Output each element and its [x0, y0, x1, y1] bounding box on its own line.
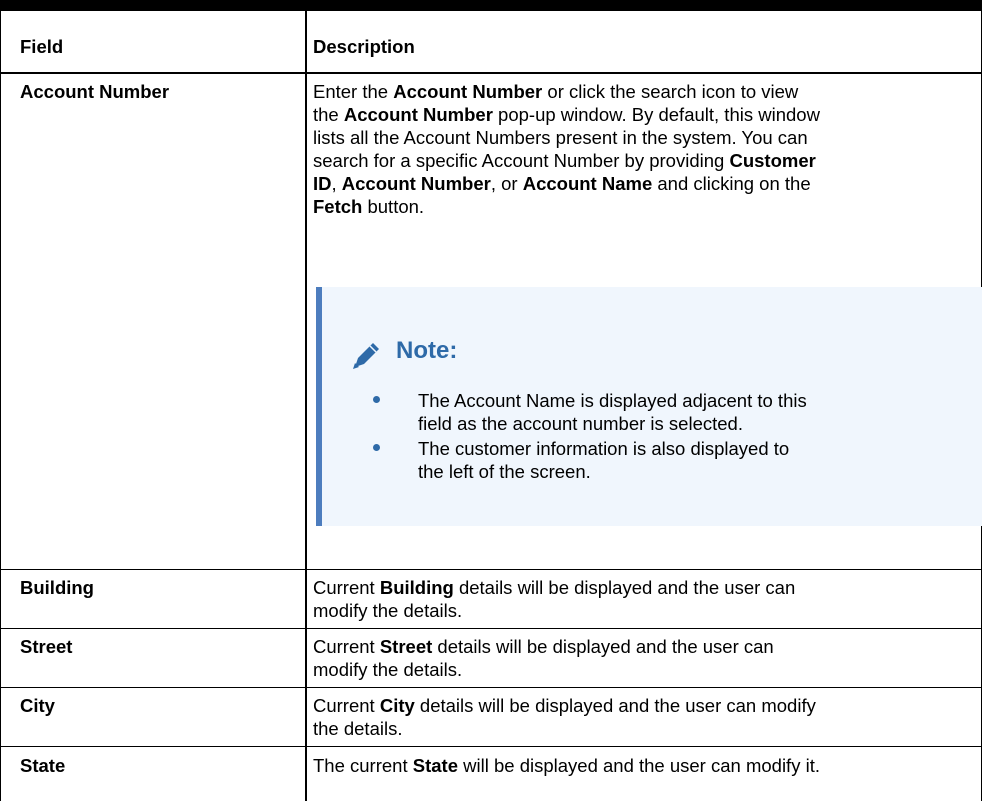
desc-line: ID, Account Number, or Account Name and … — [313, 173, 811, 194]
field-city: City — [20, 695, 55, 716]
header-divider — [0, 72, 982, 74]
street-desc-line: Current Street details will be displayed… — [313, 636, 774, 657]
field-state: State — [20, 755, 66, 776]
desc-line: Enter the Account Number or click the se… — [313, 81, 799, 102]
field-building: Building — [20, 577, 94, 598]
desc-line: the Account Number pop-up window. By def… — [313, 104, 820, 125]
city-desc-line: the details. — [313, 718, 403, 739]
bullet-icon — [373, 396, 380, 403]
row-divider — [0, 746, 982, 747]
row-divider — [0, 569, 982, 570]
note-item-line: The customer information is also display… — [418, 438, 790, 459]
field-street: Street — [20, 636, 73, 657]
desc-line: search for a specific Account Number by … — [313, 150, 816, 171]
note-title: Note: — [396, 337, 458, 364]
table-left-border — [0, 11, 1, 801]
table-top-border — [0, 0, 982, 11]
column-divider — [305, 11, 307, 801]
note-item-line: field as the account number is selected. — [418, 413, 743, 434]
street-desc-line: modify the details. — [313, 659, 463, 680]
note-item-line: the left of the screen. — [418, 461, 591, 482]
city-desc-line: Current City details will be displayed a… — [313, 695, 816, 716]
header-field: Field — [20, 36, 64, 57]
bullet-icon — [373, 444, 380, 451]
row-divider — [0, 687, 982, 688]
building-desc-line: Current Building details will be display… — [313, 577, 796, 598]
state-desc-line: The current State will be displayed and … — [313, 755, 820, 776]
row-divider — [0, 628, 982, 629]
desc-line: lists all the Account Numbers present in… — [313, 127, 808, 148]
header-description: Description — [313, 36, 415, 57]
building-desc-line: modify the details. — [313, 600, 463, 621]
desc-line: Fetch button. — [313, 196, 425, 217]
pencil-icon — [353, 343, 379, 369]
note-item-line: The Account Name is displayed adjacent t… — [418, 390, 807, 411]
field-account-number: Account Number — [20, 81, 170, 102]
